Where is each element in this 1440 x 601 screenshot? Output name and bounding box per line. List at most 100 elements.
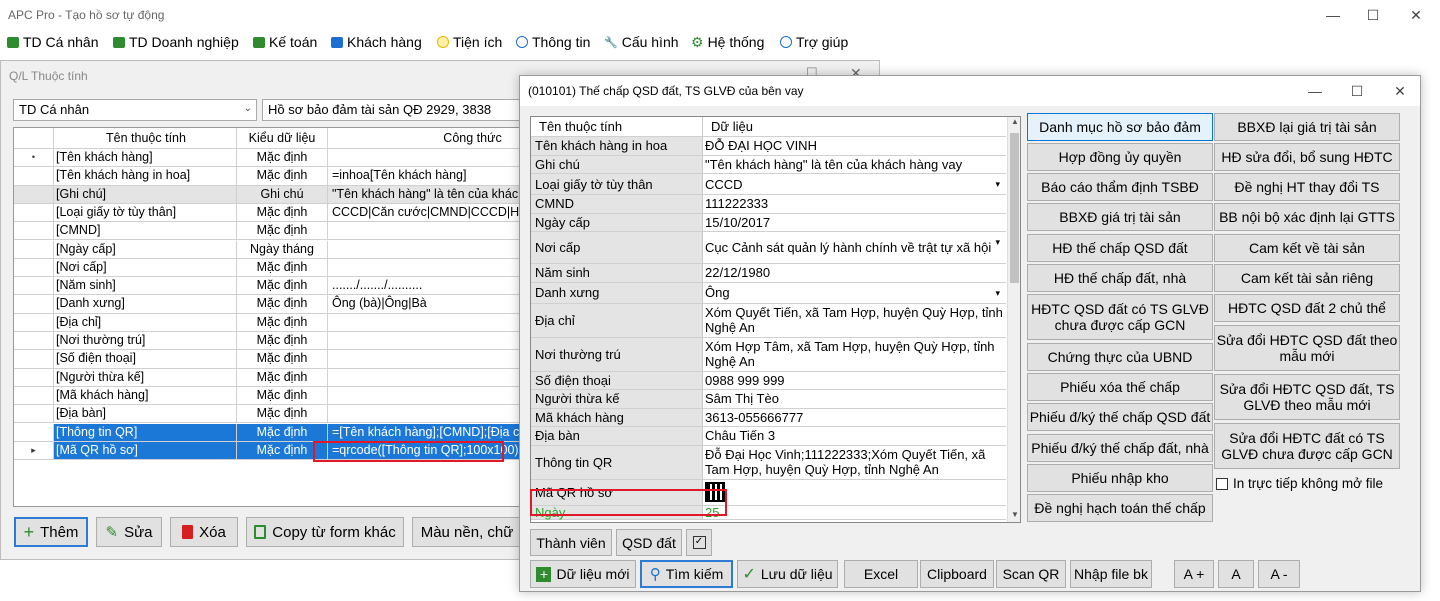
menu-item[interactable]: Tiện ích — [437, 33, 502, 51]
check-icon: ✓ — [742, 566, 756, 583]
font-reset-button[interactable]: A — [1218, 560, 1254, 588]
import-backup-button[interactable]: Nhập file bk — [1070, 560, 1152, 588]
menu-item[interactable]: Kế toán — [253, 33, 317, 51]
document-button[interactable]: HĐTC QSD đất 2 chủ thể — [1214, 294, 1400, 322]
document-button[interactable]: HĐ thế chấp QSD đất — [1027, 234, 1213, 262]
attribute-name-cell: [Tên khách hàng in hoa] — [54, 167, 237, 186]
table-row[interactable]: [Danh xưng] Mặc định Ông (bà)|Ông|Bà — [14, 295, 529, 314]
table-row[interactable]: [Năm sinh] Mặc định ......./......./......… — [14, 277, 529, 296]
checklist-button[interactable]: ✓ — [686, 529, 712, 556]
table-row[interactable]: • [Tên khách hàng] Mặc định — [14, 149, 529, 168]
document-button[interactable]: Phiếu xóa thế chấp — [1027, 373, 1213, 401]
close-icon[interactable]: ✕ — [1401, 4, 1431, 26]
maximize-icon[interactable]: ☐ — [1358, 4, 1388, 26]
document-button[interactable]: Cam kết tài sản riêng — [1214, 264, 1400, 292]
import-backup-label: Nhập file bk — [1074, 566, 1148, 582]
table-row[interactable]: [Nơi cấp] Mặc định — [14, 258, 529, 278]
document-button-label: HĐ thế chấp đất, nhà — [1053, 270, 1187, 286]
document-button[interactable]: Chứng thực của UBND — [1027, 343, 1213, 371]
attribute-name-cell: [Năm sinh] — [54, 277, 237, 296]
document-button[interactable]: Phiếu nhập kho — [1027, 464, 1213, 492]
document-button[interactable]: HĐTC QSD đất có TS GLVĐ chưa được cấp GC… — [1027, 294, 1213, 340]
formula-cell — [328, 369, 529, 387]
search-button[interactable]: ⚲ Tìm kiếm — [640, 560, 733, 588]
table-row[interactable]: [Số điện thoại] Mặc định — [14, 350, 529, 369]
color-settings-button[interactable]: Màu nền, chữ — [412, 517, 522, 547]
menu-item[interactable]: TD Doanh nghiệp — [113, 33, 239, 51]
edit-button[interactable]: ✎ Sửa — [96, 517, 162, 547]
copy-button-label: Copy từ form khác — [272, 523, 396, 541]
clipboard-label: Clipboard — [927, 566, 987, 582]
font-decrease-button[interactable]: A - — [1258, 560, 1300, 588]
font-increase-button[interactable]: A + — [1174, 560, 1214, 588]
document-button[interactable]: Cam kết về tài sản — [1214, 234, 1400, 262]
document-button[interactable]: Đề nghị HT thay đổi TS — [1214, 173, 1400, 201]
row-marker — [14, 423, 54, 442]
table-row[interactable]: [Thông tin QR] Mặc định =[Tên khách hàng];… — [14, 423, 529, 442]
menu-item[interactable]: Trợ giúp — [780, 33, 848, 51]
row-marker — [14, 332, 54, 351]
profile-type-select[interactable]: Hồ sơ bảo đảm tài sản QĐ 2929, 3838 — [262, 99, 562, 121]
column-header[interactable]: Công thức — [328, 128, 529, 149]
document-button-label: BB nội bộ xác định lại GTTS — [1219, 209, 1395, 225]
document-button[interactable]: Báo cáo thẩm định TSBĐ — [1027, 173, 1213, 201]
document-button[interactable]: Sửa đổi HĐTC đất có TS GLVĐ chưa được cấ… — [1214, 423, 1400, 469]
menu-bar: TD Cá nhân TD Doanh nghiệp Kế toán Khách hà… — [0, 30, 1440, 54]
table-row[interactable]: [Địa bàn] Mặc định — [14, 405, 529, 424]
save-data-button[interactable]: ✓ Lưu dữ liệu — [737, 560, 838, 588]
menu-item[interactable]: TD Cá nhân — [7, 33, 98, 51]
add-button[interactable]: + Thêm — [14, 517, 88, 547]
print-direct-checkbox[interactable]: In trực tiếp không mở file — [1216, 476, 1383, 491]
document-button[interactable]: Phiếu đ/ký thế chấp đất, nhà — [1027, 434, 1213, 462]
menu-item[interactable]: 🔧 Cấu hình — [604, 33, 679, 51]
help-icon — [780, 36, 792, 48]
scan-qr-button[interactable]: Scan QR — [996, 560, 1066, 588]
trash-icon — [182, 525, 194, 539]
tab-land-rights[interactable]: QSD đất — [616, 529, 682, 556]
menu-item[interactable]: Thông tin — [516, 33, 590, 51]
delete-button[interactable]: Xóa — [170, 517, 238, 547]
table-row[interactable]: [Địa chỉ] Mặc định — [14, 313, 529, 332]
table-row[interactable]: [Nơi thường trú] Mặc định — [14, 332, 529, 351]
checkbox-box[interactable] — [1216, 477, 1228, 490]
document-button[interactable]: BBXĐ giá trị tài sản — [1027, 203, 1213, 231]
document-button[interactable]: Danh mục hồ sơ bảo đảm — [1027, 113, 1213, 141]
formula-cell: Ông (bà)|Ông|Bà — [328, 295, 529, 314]
document-button[interactable]: HĐ sửa đổi, bổ sung HĐTC — [1214, 143, 1400, 171]
color-button-label: Màu nền, chữ — [420, 523, 514, 541]
excel-button[interactable]: Excel — [844, 560, 918, 588]
table-row[interactable]: [Người thừa kế] Mặc định — [14, 368, 529, 387]
column-header[interactable]: Tên thuộc tính — [54, 128, 237, 149]
document-button-label: BBXĐ giá trị tài sản — [1059, 209, 1181, 225]
document-button[interactable]: BBXĐ lại giá trị tài sản — [1214, 113, 1400, 141]
formula-highlight-box — [313, 441, 504, 462]
table-row[interactable]: [Loại giấy tờ tùy thân] Mặc định CCCD|Căn … — [14, 203, 529, 223]
document-button[interactable]: Hợp đồng ủy quyền — [1027, 143, 1213, 171]
column-header[interactable]: Kiểu dữ liệu — [237, 128, 328, 149]
table-row[interactable]: [Ghi chú] Ghi chú "Tên khách hàng" là tên … — [14, 185, 529, 204]
menu-item[interactable]: ⚙ Hệ thống — [691, 33, 764, 51]
document-button[interactable]: HĐ thế chấp đất, nhà — [1027, 264, 1213, 292]
document-button[interactable]: Sửa đổi HĐTC QSD đất, TS GLVĐ theo mẫu m… — [1214, 374, 1400, 420]
tab-members[interactable]: Thành viên — [530, 529, 612, 556]
attribute-name-cell: [Thông tin QR] — [54, 423, 237, 442]
clipboard-button[interactable]: Clipboard — [920, 560, 994, 588]
table-row[interactable]: [CMND] Mặc định — [14, 222, 529, 241]
menu-item-label: Trợ giúp — [796, 34, 849, 50]
document-button[interactable]: BB nội bộ xác định lại GTTS — [1214, 203, 1400, 231]
copy-from-form-button[interactable]: Copy từ form khác — [246, 517, 404, 547]
menu-item-label: TD Doanh nghiệp — [129, 34, 239, 50]
minimize-icon[interactable]: — — [1318, 4, 1348, 26]
document-button[interactable]: Phiếu đ/ký thế chấp QSD đất — [1027, 403, 1213, 431]
table-row[interactable]: [Mã khách hàng] Mặc định — [14, 386, 529, 406]
customer-type-select[interactable]: TD Cá nhân ⌄ — [13, 99, 257, 121]
briefcase-icon — [7, 36, 19, 48]
document-button[interactable]: Đề nghị hạch toán thế chấp — [1027, 494, 1213, 522]
document-button[interactable]: Sửa đổi HĐTC QSD đất theo mẫu mới — [1214, 325, 1400, 371]
grid-header-row: Tên thuộc tính Kiểu dữ liệu Công thức — [14, 128, 529, 149]
table-row[interactable]: [Ngày cấp] Ngày tháng — [14, 240, 529, 259]
menu-item[interactable]: Khách hàng — [331, 33, 422, 51]
new-data-button[interactable]: + Dữ liệu mới — [530, 560, 636, 588]
table-row[interactable]: [Tên khách hàng in hoa] Mặc định =inhoa[Tê… — [14, 167, 529, 186]
tab-land-rights-label: QSD đất — [622, 534, 676, 551]
